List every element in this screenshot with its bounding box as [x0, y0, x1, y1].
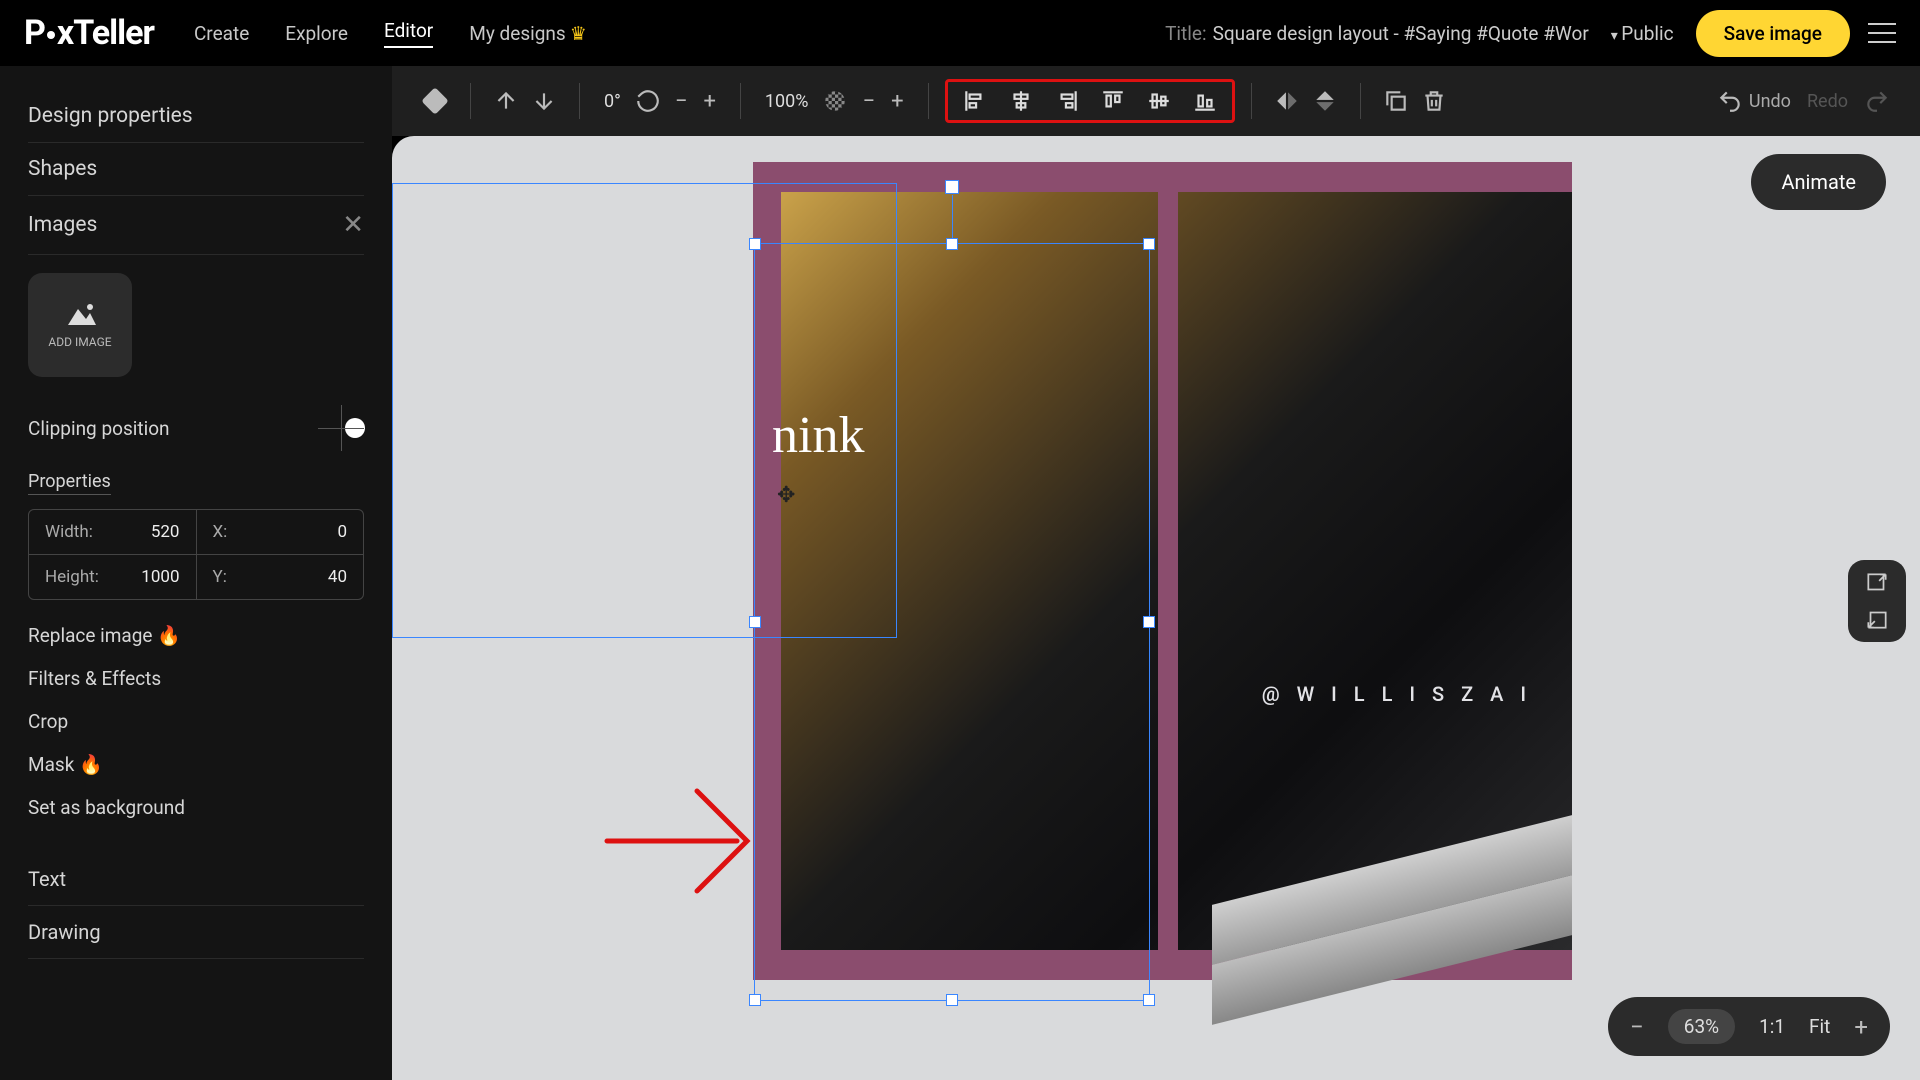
clipping-position-control[interactable] — [318, 405, 364, 451]
resize-handle[interactable] — [1143, 616, 1155, 628]
undo-icon[interactable] — [1717, 88, 1743, 114]
replace-image[interactable]: Replace image 🔥 — [28, 624, 364, 647]
zoom-ratio[interactable]: 1:1 — [1759, 1015, 1785, 1038]
section-images[interactable]: Images ✕ — [28, 196, 364, 255]
redo-label: Redo — [1807, 91, 1848, 112]
align-group-highlight — [945, 79, 1235, 123]
section-design-properties[interactable]: Design properties — [28, 90, 364, 143]
properties-grid: Width:520 X:0 Height:1000 Y:40 — [28, 509, 364, 600]
zoom-out[interactable]: − — [1630, 1013, 1644, 1041]
delete-icon[interactable] — [1421, 88, 1447, 114]
align-bottom-icon[interactable] — [1192, 88, 1218, 114]
opacity-plus[interactable]: + — [891, 89, 903, 114]
menu-icon[interactable] — [1868, 23, 1896, 43]
align-left-icon[interactable] — [962, 88, 988, 114]
height-field[interactable]: Height:1000 — [29, 555, 196, 599]
resize-handle[interactable] — [749, 616, 761, 628]
crown-icon: ♛ — [570, 22, 587, 45]
clone-in-icon[interactable] — [1864, 606, 1890, 632]
duplicate-icon[interactable] — [1383, 88, 1409, 114]
opacity-minus[interactable]: − — [862, 89, 875, 114]
crop[interactable]: Crop — [28, 710, 364, 733]
resize-handle[interactable] — [946, 238, 958, 250]
zoom-fit[interactable]: Fit — [1809, 1015, 1830, 1038]
opacity-value[interactable]: 100% — [765, 91, 809, 112]
close-icon[interactable]: ✕ — [342, 210, 364, 240]
clone-tools — [1848, 560, 1906, 642]
animate-button[interactable]: Animate — [1751, 154, 1886, 210]
y-field[interactable]: Y:40 — [196, 555, 364, 599]
top-bar: PxTeller Create Explore Editor My design… — [0, 0, 1920, 66]
clipping-label: Clipping position — [28, 417, 170, 440]
section-shapes[interactable]: Shapes — [28, 143, 364, 196]
send-backward-icon[interactable] — [531, 88, 557, 114]
shape-icon[interactable] — [422, 88, 448, 114]
fire-icon: 🔥 — [79, 753, 103, 776]
selection-outline-primary[interactable] — [754, 243, 1150, 1001]
flip-v-icon[interactable] — [1312, 88, 1338, 114]
nav-editor[interactable]: Editor — [384, 19, 433, 48]
opacity-icon[interactable] — [822, 88, 848, 114]
redo-icon — [1864, 88, 1890, 114]
image-divider — [1158, 192, 1178, 950]
left-panel: Design properties Shapes Images ✕ ADD IM… — [0, 66, 392, 1080]
rotate-minus[interactable]: − — [675, 89, 688, 114]
rotation-value[interactable]: 0° — [604, 91, 621, 112]
undo-label[interactable]: Undo — [1749, 91, 1791, 112]
resize-handle[interactable] — [749, 238, 761, 250]
visibility-toggle[interactable]: Public — [1611, 22, 1674, 45]
bring-forward-icon[interactable] — [493, 88, 519, 114]
add-image-button[interactable]: ADD IMAGE — [28, 273, 132, 377]
section-drawing[interactable]: Drawing — [28, 906, 364, 959]
save-button[interactable]: Save image — [1696, 10, 1850, 57]
align-center-v-icon[interactable] — [1146, 88, 1172, 114]
rotate-plus[interactable]: + — [703, 89, 715, 114]
mask[interactable]: Mask 🔥 — [28, 753, 364, 776]
align-center-h-icon[interactable] — [1008, 88, 1034, 114]
resize-handle[interactable] — [946, 994, 958, 1006]
properties-label: Properties — [28, 471, 111, 495]
align-right-icon[interactable] — [1054, 88, 1080, 114]
watermark-text: @ W I L L I S Z A I — [1262, 682, 1532, 706]
section-text[interactable]: Text — [28, 853, 364, 906]
set-as-background[interactable]: Set as background — [28, 796, 364, 819]
canvas-toolbar: 0° − + 100% − + Undo Redo — [392, 66, 1920, 136]
align-top-icon[interactable] — [1100, 88, 1126, 114]
resize-handle[interactable] — [1143, 238, 1155, 250]
nav-create[interactable]: Create — [194, 22, 249, 45]
resize-handle[interactable] — [749, 994, 761, 1006]
width-field[interactable]: Width:520 — [29, 510, 196, 554]
flip-h-icon[interactable] — [1274, 88, 1300, 114]
fire-icon: 🔥 — [157, 624, 181, 647]
nav-mydesigns[interactable]: My designs♛ — [469, 22, 587, 45]
canvas-stage[interactable]: @ W I L L I S Z A I nink ✥ — [392, 136, 1920, 1080]
zoom-in[interactable]: + — [1854, 1013, 1868, 1041]
filters-effects[interactable]: Filters & Effects — [28, 667, 364, 690]
clone-out-icon[interactable] — [1864, 570, 1890, 596]
add-image-icon — [60, 301, 100, 329]
logo[interactable]: PxTeller — [24, 13, 154, 53]
resize-handle[interactable] — [1143, 994, 1155, 1006]
rotate-icon[interactable] — [635, 88, 661, 114]
annotation-arrow — [597, 761, 767, 921]
nav-explore[interactable]: Explore — [285, 22, 348, 45]
zoom-bar: − 63% 1:1 Fit + — [1608, 997, 1890, 1056]
rotate-handle[interactable] — [945, 180, 959, 194]
x-field[interactable]: X:0 — [196, 510, 364, 554]
doc-title[interactable]: Title:Square design layout - #Saying #Qu… — [1165, 22, 1589, 45]
move-cursor-icon: ✥ — [777, 483, 795, 508]
zoom-value[interactable]: 63% — [1668, 1009, 1735, 1044]
